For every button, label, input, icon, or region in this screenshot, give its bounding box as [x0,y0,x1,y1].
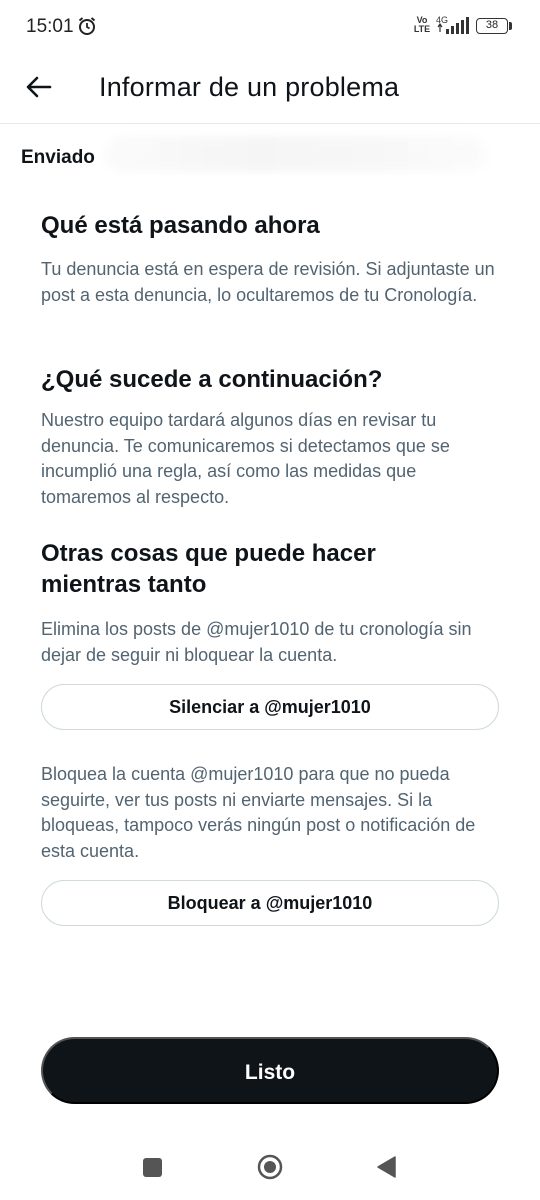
done-button[interactable]: Listo [41,1037,499,1104]
volte-indicator: Vo LTE [413,16,431,34]
header: Informar de un problema [0,56,540,124]
status-label: Enviado [21,147,95,168]
block-description: Bloquea la cuenta @mujer1010 para que no… [41,764,476,861]
status-time: 15:01 [26,16,74,37]
section-body-other: Elimina los posts de @mujer1010 de tu cr… [41,619,472,665]
status-bar: 15:01 Vo LTE 4G 38 [0,0,540,56]
mute-button[interactable]: Silenciar a @mujer1010 [41,684,499,730]
block-button[interactable]: Bloquear a @mujer1010 [41,880,499,926]
battery-tip [509,22,512,30]
alarm-icon [78,17,96,35]
battery-icon: 38 [476,18,508,34]
section-body-now: Tu denuncia está en espera de revisión. … [41,259,495,305]
recent-apps-icon[interactable] [143,1158,162,1177]
blurred-content [104,136,488,172]
nav-back-icon[interactable] [375,1155,397,1179]
arrow-left-icon[interactable] [24,72,54,102]
section-title-other: Otras cosas que puede hacer mientras tan… [41,540,376,598]
battery-level: 38 [485,19,499,31]
volte-lte: LTE [413,24,431,34]
home-icon[interactable] [257,1154,283,1180]
signal-icon [437,17,469,34]
section-title-next: ¿Qué sucede a continuación? [41,366,383,393]
section-body-next: Nuestro equipo tardará algunos días en r… [41,410,450,507]
section-title-now: Qué está pasando ahora [41,212,320,239]
page-title: Informar de un problema [99,72,400,102]
